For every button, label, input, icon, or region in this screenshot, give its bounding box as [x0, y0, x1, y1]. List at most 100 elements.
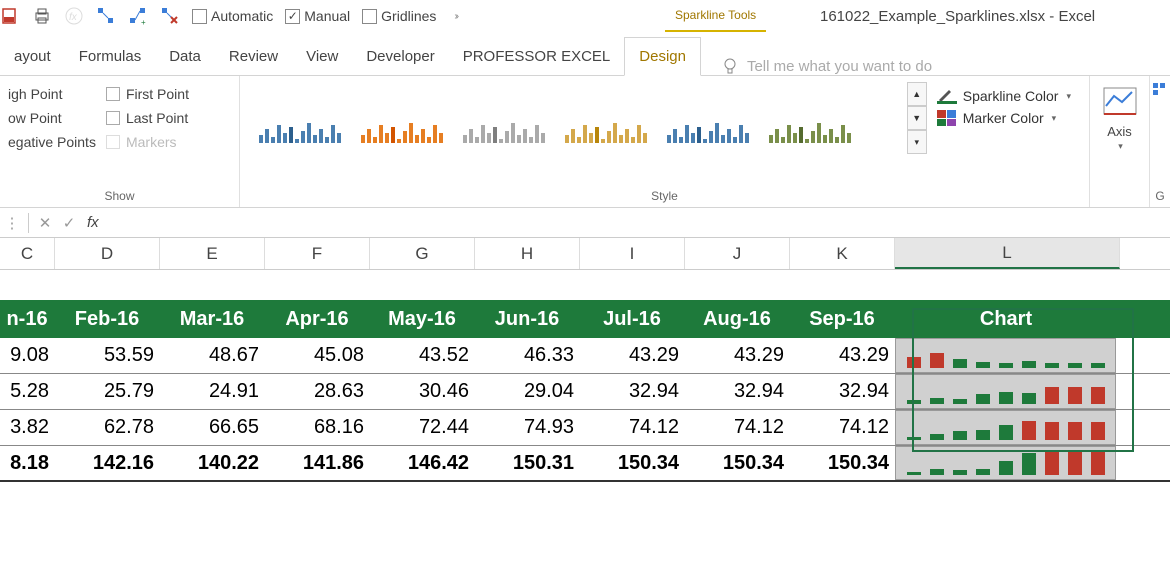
data-cell[interactable]: 74.12	[580, 410, 685, 445]
trace-dependents-icon[interactable]: +	[128, 6, 148, 26]
trace-precedents-icon[interactable]	[96, 6, 116, 26]
data-cell[interactable]: 66.65	[160, 410, 265, 445]
style-thumb-2[interactable]	[456, 111, 556, 153]
remove-arrows-icon[interactable]	[160, 6, 180, 26]
data-cell[interactable]: 46.33	[475, 338, 580, 373]
data-cell[interactable]: 53.59	[55, 338, 160, 373]
table-header-cell[interactable]: Chart	[895, 300, 1118, 338]
data-cell[interactable]: 30.46	[370, 374, 475, 409]
data-cell[interactable]: 43.29	[685, 338, 790, 373]
data-cell[interactable]: 68.16	[265, 410, 370, 445]
marker-color-button[interactable]: Marker Color▾	[937, 110, 1071, 126]
table-header-cell[interactable]: Jul-16	[580, 300, 685, 338]
axis-button[interactable]: Axis ▾	[1092, 82, 1148, 195]
gallery-expand[interactable]: ▾	[907, 130, 927, 154]
data-cell[interactable]: 28.63	[265, 374, 370, 409]
data-cell[interactable]: 32.94	[685, 374, 790, 409]
col-header-G[interactable]: G	[370, 238, 475, 269]
table-header-cell[interactable]: May-16	[370, 300, 475, 338]
col-header-D[interactable]: D	[55, 238, 160, 269]
data-cell[interactable]: 150.31	[475, 446, 580, 480]
data-cell[interactable]: 140.22	[160, 446, 265, 480]
data-cell[interactable]: 8.18	[0, 446, 55, 480]
col-header-I[interactable]: I	[580, 238, 685, 269]
high-point-check[interactable]: igh Point	[8, 86, 96, 102]
col-header-K[interactable]: K	[790, 238, 895, 269]
data-cell[interactable]: 9.08	[0, 338, 55, 373]
sparkline-cell[interactable]	[895, 446, 1116, 480]
sparkline-cell[interactable]	[895, 374, 1116, 409]
first-point-check[interactable]: First Point	[106, 86, 189, 102]
table-header-cell[interactable]: Mar-16	[160, 300, 265, 338]
data-cell[interactable]: 74.93	[475, 410, 580, 445]
data-cell[interactable]: 150.34	[580, 446, 685, 480]
data-cell[interactable]: 48.67	[160, 338, 265, 373]
table-header-cell[interactable]: Apr-16	[265, 300, 370, 338]
data-cell[interactable]: 43.29	[580, 338, 685, 373]
style-thumb-1[interactable]	[354, 111, 454, 153]
data-cell[interactable]: 62.78	[55, 410, 160, 445]
gallery-scroll-down[interactable]: ▼	[907, 106, 927, 130]
col-header-F[interactable]: F	[265, 238, 370, 269]
col-header-H[interactable]: H	[475, 238, 580, 269]
formula-input[interactable]	[109, 210, 1170, 236]
sparkline-color-button[interactable]: Sparkline Color▾	[937, 88, 1071, 104]
namebox-dropdown[interactable]: ⋮	[0, 211, 24, 235]
table-header-cell[interactable]: n-16	[0, 300, 55, 338]
tab-review[interactable]: Review	[215, 38, 292, 75]
sparkline-cell[interactable]	[895, 338, 1116, 373]
col-header-L[interactable]: L	[895, 238, 1120, 269]
data-cell[interactable]: 45.08	[265, 338, 370, 373]
table-header-cell[interactable]: Feb-16	[55, 300, 160, 338]
data-cell[interactable]: 142.16	[55, 446, 160, 480]
data-cell[interactable]: 150.34	[685, 446, 790, 480]
table-header-cell[interactable]: Aug-16	[685, 300, 790, 338]
style-thumb-0[interactable]	[252, 111, 352, 153]
tab-view[interactable]: View	[292, 38, 352, 75]
data-cell[interactable]: 3.82	[0, 410, 55, 445]
tell-me-search[interactable]: Tell me what you want to do	[721, 57, 932, 75]
data-cell[interactable]: 150.34	[790, 446, 895, 480]
col-header-C[interactable]: C	[0, 238, 55, 269]
style-thumb-4[interactable]	[660, 111, 760, 153]
style-thumb-5[interactable]	[762, 111, 862, 153]
col-header-E[interactable]: E	[160, 238, 265, 269]
data-cell[interactable]: 43.29	[790, 338, 895, 373]
negative-points-check[interactable]: egative Points	[8, 134, 96, 150]
data-cell[interactable]: 43.52	[370, 338, 475, 373]
cancel-entry-icon[interactable]: ✕	[33, 211, 57, 235]
data-cell[interactable]: 32.94	[790, 374, 895, 409]
manual-toggle[interactable]: Manual	[285, 8, 350, 24]
table-header-cell[interactable]: Jun-16	[475, 300, 580, 338]
data-cell[interactable]: 24.91	[160, 374, 265, 409]
style-thumb-3[interactable]	[558, 111, 658, 153]
data-cell[interactable]: 141.86	[265, 446, 370, 480]
sparkline-cell[interactable]	[895, 410, 1116, 445]
tab-professor-excel[interactable]: PROFESSOR EXCEL	[449, 38, 625, 75]
data-cell[interactable]: 32.94	[580, 374, 685, 409]
tab-data[interactable]: Data	[155, 38, 215, 75]
data-cell[interactable]: 72.44	[370, 410, 475, 445]
pdf-icon[interactable]	[0, 6, 20, 26]
enter-entry-icon[interactable]: ✓	[57, 211, 81, 235]
gridlines-toggle[interactable]: Gridlines	[362, 8, 436, 24]
last-point-check[interactable]: Last Point	[106, 110, 189, 126]
data-cell[interactable]: 29.04	[475, 374, 580, 409]
gallery-scroll-up[interactable]: ▲	[907, 82, 927, 106]
tab-formulas[interactable]: Formulas	[65, 38, 156, 75]
table-header-cell[interactable]: Sep-16	[790, 300, 895, 338]
tab-design[interactable]: Design	[624, 37, 701, 76]
group-icon[interactable]	[1152, 82, 1166, 96]
low-point-check[interactable]: ow Point	[8, 110, 96, 126]
data-cell[interactable]: 146.42	[370, 446, 475, 480]
data-cell[interactable]: 25.79	[55, 374, 160, 409]
tab-layout[interactable]: ayout	[0, 38, 65, 75]
col-header-J[interactable]: J	[685, 238, 790, 269]
data-cell[interactable]: 74.12	[790, 410, 895, 445]
data-cell[interactable]: 5.28	[0, 374, 55, 409]
tab-developer[interactable]: Developer	[352, 38, 448, 75]
print-icon[interactable]	[32, 6, 52, 26]
qat-more-icon[interactable]: ››	[454, 11, 457, 22]
data-cell[interactable]: 74.12	[685, 410, 790, 445]
automatic-toggle[interactable]: Automatic	[192, 8, 273, 24]
